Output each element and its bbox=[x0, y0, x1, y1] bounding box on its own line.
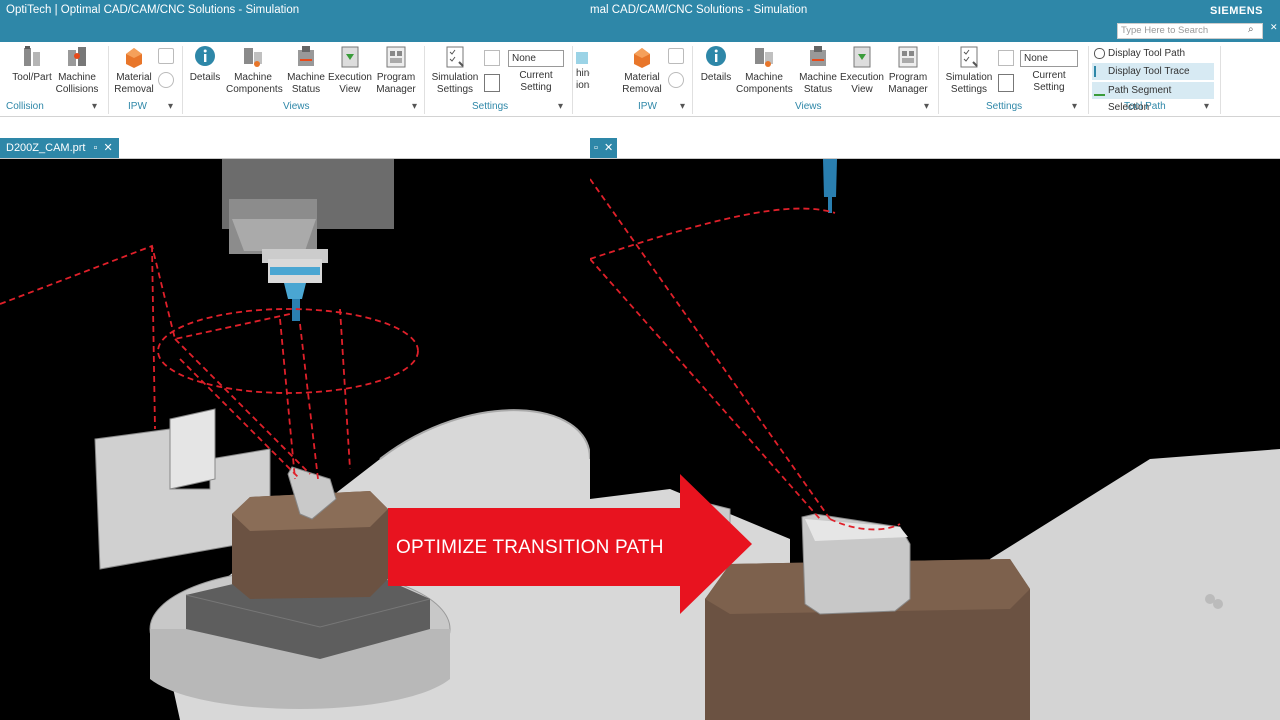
machine-status-button[interactable]: Machine Status bbox=[282, 44, 330, 96]
execution-view-button-right[interactable]: Execution View bbox=[838, 44, 886, 96]
eye-icon bbox=[1094, 48, 1105, 59]
machine-components-button[interactable]: Machine Components bbox=[226, 44, 283, 96]
machine-components-icon bbox=[755, 48, 773, 67]
path-segment-selection-button[interactable]: Path Segment Selection bbox=[1092, 82, 1214, 113]
machine-components-button-right[interactable]: Machine Components bbox=[736, 44, 793, 96]
left-simulation-window: OptiTech | Optimal CAD/CAM/CNC Solutions… bbox=[0, 0, 590, 720]
ipw-small-icon-2[interactable] bbox=[158, 72, 174, 88]
settings-small-icon-right-2[interactable] bbox=[998, 74, 1014, 92]
close-icon[interactable]: ✕ bbox=[604, 142, 613, 154]
current-setting-select-right[interactable]: None bbox=[1020, 50, 1078, 67]
details-button[interactable]: Details bbox=[183, 44, 227, 84]
group-views: Views bbox=[283, 101, 310, 112]
document-tab-bar: D200Z_CAM.prt ▫ ✕ bbox=[0, 137, 590, 159]
pin-icon[interactable]: ▫ bbox=[94, 142, 98, 154]
machine-collisions-button[interactable]: Machine Collisions bbox=[50, 44, 104, 96]
ipw-small-icon-right-2[interactable] bbox=[668, 72, 684, 88]
execution-view-button[interactable]: Execution View bbox=[326, 44, 374, 96]
banner-text: OPTIMIZE TRANSITION PATH bbox=[396, 537, 664, 558]
simulation-viewport-right[interactable] bbox=[590, 159, 1280, 720]
display-tool-trace-button[interactable]: Display Tool Trace bbox=[1092, 63, 1214, 80]
execution-view-icon bbox=[853, 46, 871, 68]
optimize-arrow-head bbox=[680, 474, 752, 614]
settings-small-icon-2[interactable] bbox=[484, 74, 500, 92]
machine-status-icon bbox=[298, 46, 314, 66]
document-tab-bar-right: ▫ ✕ bbox=[590, 137, 1280, 159]
material-removal-button[interactable]: Material Removal bbox=[110, 44, 158, 96]
current-setting-label-right: Current Setting bbox=[1032, 70, 1066, 93]
group-collision: Collision bbox=[6, 101, 44, 112]
checklist-icon bbox=[960, 46, 978, 68]
close-icon[interactable]: ✕ bbox=[104, 142, 113, 154]
ipw-small-icon-right[interactable] bbox=[668, 48, 684, 64]
details-button-right[interactable]: Details bbox=[694, 44, 738, 84]
group-ipw: IPW bbox=[128, 101, 147, 112]
tool-part-icon bbox=[24, 46, 40, 66]
material-removal-icon bbox=[126, 48, 142, 68]
ipw-small-icon[interactable] bbox=[158, 48, 174, 64]
tab-d200z-cam[interactable]: D200Z_CAM.prt ▫ ✕ bbox=[0, 138, 119, 158]
search-icon[interactable]: ⌕ bbox=[1248, 24, 1254, 35]
siemens-logo: SIEMENS bbox=[1210, 5, 1264, 17]
machine-collisions-icon bbox=[68, 47, 86, 66]
simulation-settings-button-right[interactable]: Simulation Settings bbox=[942, 44, 996, 96]
separator bbox=[572, 46, 573, 114]
program-manager-icon bbox=[386, 46, 406, 68]
title-bar: OptiTech | Optimal CAD/CAM/CNC Solutions… bbox=[0, 0, 590, 42]
settings-small-icon-right[interactable] bbox=[998, 50, 1014, 66]
machine-status-button-right[interactable]: Machine Status bbox=[794, 44, 842, 96]
material-removal-button-right[interactable]: Material Removal bbox=[618, 44, 666, 96]
check-icon bbox=[576, 52, 588, 64]
execution-view-icon bbox=[341, 46, 359, 68]
material-removal-icon bbox=[634, 48, 650, 68]
info-icon bbox=[706, 46, 726, 66]
tool-trace-icon bbox=[1094, 66, 1105, 77]
program-manager-button-right[interactable]: Program Manager bbox=[882, 44, 934, 96]
group-ipw-right: IPW bbox=[638, 101, 657, 112]
tool-holder bbox=[823, 159, 837, 197]
separator bbox=[424, 46, 425, 114]
simulation-settings-button[interactable]: Simulation Settings bbox=[428, 44, 482, 96]
partial-machine-collisions-button[interactable]: hine ions bbox=[576, 44, 590, 92]
tab-partial[interactable]: ▫ ✕ bbox=[590, 138, 618, 158]
program-manager-button[interactable]: Program Manager bbox=[370, 44, 422, 96]
ribbon-toolbar: Tool/Part Machine Collisions Material Re… bbox=[0, 42, 590, 117]
window-title: OptiTech | Optimal CAD/CAM/CNC Solutions… bbox=[6, 4, 300, 16]
close-icon[interactable]: ✕ bbox=[1270, 22, 1280, 38]
settings-small-icon[interactable] bbox=[484, 50, 500, 66]
group-settings: Settings bbox=[472, 101, 509, 112]
machine-components-icon bbox=[244, 48, 262, 67]
path-segment-icon bbox=[1094, 85, 1105, 96]
program-manager-icon bbox=[898, 46, 918, 68]
current-setting-label: Current Setting bbox=[519, 70, 553, 93]
simulation-viewport[interactable] bbox=[0, 159, 590, 720]
window-title-right: mal CAD/CAM/CNC Solutions - Simulation bbox=[590, 4, 808, 16]
display-tool-path-button[interactable]: Display Tool Path bbox=[1092, 45, 1214, 62]
machine-status-icon bbox=[810, 46, 826, 66]
current-setting-select[interactable]: None bbox=[508, 50, 564, 67]
search-input[interactable]: Type Here to Search bbox=[1117, 23, 1263, 39]
pin-icon[interactable]: ▫ bbox=[594, 142, 598, 154]
group-views-right: Views bbox=[795, 101, 822, 112]
info-icon bbox=[195, 46, 215, 66]
separator bbox=[108, 46, 109, 114]
group-settings-right: Settings bbox=[986, 101, 1023, 112]
checklist-icon bbox=[446, 46, 464, 68]
